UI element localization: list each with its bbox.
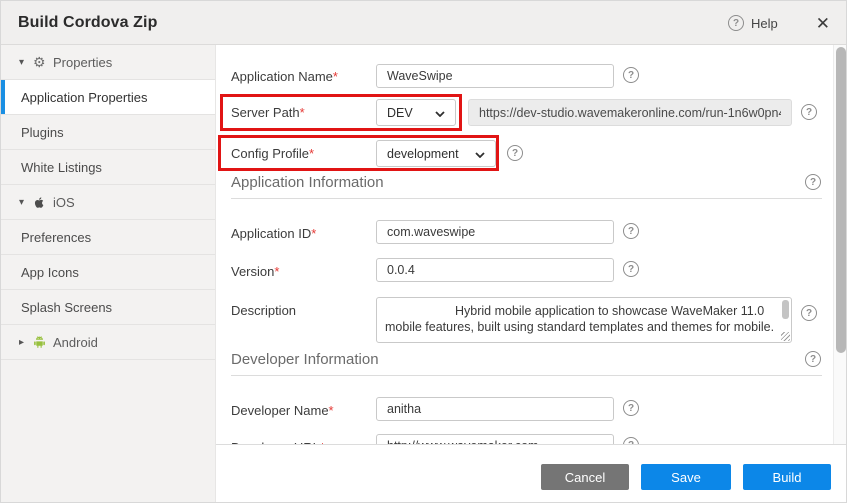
section-divider [231,198,822,199]
help-button[interactable]: ? Help [728,15,778,31]
chevron-down-icon [475,147,485,161]
sidebar: ▾ ⚙ Properties Application Properties Pl… [1,45,216,503]
required-asterisk: * [309,146,314,161]
developer-information-section-title: Developer Information [231,351,379,368]
config-profile-selected-option: development [387,147,459,161]
sidebar-group-ios[interactable]: ▾ iOS [1,185,215,220]
sidebar-item-preferences[interactable]: Preferences [1,220,215,255]
application-name-label: Application Name* [231,69,338,84]
description-textarea[interactable]: Hybrid mobile application to showcase Wa… [376,297,792,343]
gear-icon: ⚙ [33,55,53,69]
textarea-resize-grip[interactable] [781,332,790,341]
save-button[interactable]: Save [641,464,731,490]
sidebar-item-label: Plugins [21,125,64,140]
cancel-button[interactable]: Cancel [541,464,629,490]
dialog-title: Build Cordova Zip [18,14,157,32]
sidebar-item-label: App Icons [21,265,79,280]
version-help-icon[interactable]: ? [623,261,639,277]
application-id-label: Application ID* [231,226,316,241]
server-path-selected-option: DEV [387,106,413,120]
version-label: Version* [231,264,279,279]
application-information-help-icon[interactable]: ? [805,174,821,190]
apple-icon [33,196,53,209]
description-label: Description [231,303,296,318]
developer-name-label: Developer Name* [231,403,334,418]
chevron-down-icon: ▾ [19,197,33,208]
sidebar-item-splash-screens[interactable]: Splash Screens [1,290,215,325]
config-profile-select[interactable]: development [376,140,496,167]
application-id-help-icon[interactable]: ? [623,223,639,239]
developer-information-help-icon[interactable]: ? [805,351,821,367]
server-path-select[interactable]: DEV [376,99,456,126]
help-question-icon: ? [728,15,744,31]
chevron-right-icon: ▸ [19,337,33,348]
help-label: Help [751,16,778,31]
required-asterisk: * [274,264,279,279]
config-profile-help-icon[interactable]: ? [507,145,523,161]
required-asterisk: * [300,105,305,120]
server-path-help-icon[interactable]: ? [801,104,817,120]
sidebar-group-label: Android [53,335,98,350]
build-cordova-zip-dialog: Build Cordova Zip ? Help ✕ ▾ ⚙ Propertie… [0,0,847,503]
application-information-section-title: Application Information [231,174,384,191]
application-name-help-icon[interactable]: ? [623,67,639,83]
developer-name-input[interactable] [376,397,614,421]
sidebar-item-white-listings[interactable]: White Listings [1,150,215,185]
sidebar-group-android[interactable]: ▸ Android [1,325,215,360]
sidebar-item-plugins[interactable]: Plugins [1,115,215,150]
textarea-scrollbar-thumb[interactable] [782,300,789,319]
android-icon [33,336,53,349]
close-icon[interactable]: ✕ [816,15,830,32]
form-panel: Application Name* ? Server Path* DEV ? C… [216,45,847,503]
sidebar-item-app-icons[interactable]: App Icons [1,255,215,290]
build-button[interactable]: Build [743,464,831,490]
required-asterisk: * [329,403,334,418]
config-profile-label: Config Profile* [231,146,314,161]
developer-name-help-icon[interactable]: ? [623,400,639,416]
dialog-footer: Cancel Save Build [216,444,847,503]
sidebar-item-application-properties[interactable]: Application Properties [1,80,215,115]
chevron-down-icon [435,106,445,120]
chevron-down-icon: ▾ [19,57,33,68]
server-path-label: Server Path* [231,105,305,120]
dialog-titlebar: Build Cordova Zip ? Help ✕ [1,1,846,45]
vertical-scrollbar-thumb[interactable] [836,47,846,353]
required-asterisk: * [333,69,338,84]
sidebar-item-label: Splash Screens [21,300,112,315]
required-asterisk: * [311,226,316,241]
section-divider [231,375,822,376]
description-text: Hybrid mobile application to showcase Wa… [385,303,775,335]
application-id-input[interactable] [376,220,614,244]
vertical-scrollbar-track[interactable] [833,45,847,444]
sidebar-group-label: Properties [53,55,112,70]
version-input[interactable] [376,258,614,282]
sidebar-group-properties[interactable]: ▾ ⚙ Properties [1,45,215,80]
sidebar-item-label: White Listings [21,160,102,175]
application-name-input[interactable] [376,64,614,88]
description-help-icon[interactable]: ? [801,305,817,321]
sidebar-item-label: Application Properties [21,90,147,105]
server-path-url-field [468,99,792,126]
sidebar-item-label: Preferences [21,230,91,245]
sidebar-group-label: iOS [53,195,75,210]
